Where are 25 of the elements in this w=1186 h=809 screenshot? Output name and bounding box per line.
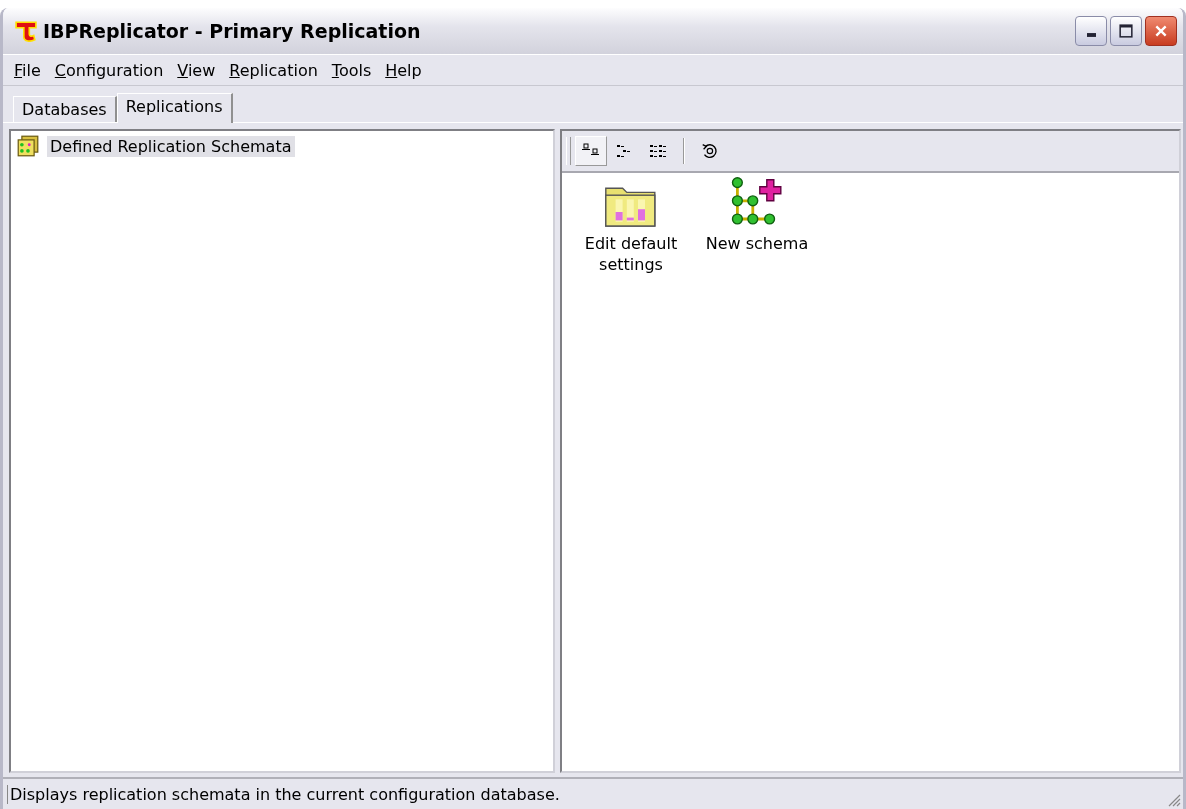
tab[interactable]: Replications [116,93,233,123]
menu-item[interactable]: View [172,58,221,82]
app-logo-icon [15,20,37,42]
item-label[interactable]: New schema [698,233,816,254]
menu-item[interactable]: Replication [224,58,323,82]
menu-item[interactable]: Help [380,58,427,82]
status-text: Displays replication schemata in the current configuration database. [7,784,560,804]
menu-item[interactable]: Configuration [49,58,169,82]
maximize-button[interactable] [1110,16,1142,46]
item-label[interactable]: Edit default settings [583,233,679,275]
menu-item[interactable]: File [9,58,46,82]
large-icons-view-button[interactable] [575,136,607,166]
minimize-button[interactable] [1075,16,1107,46]
window-title: IBPReplicator - Primary Replication [43,20,421,42]
menu-item[interactable]: Tools [326,58,377,82]
close-button[interactable] [1145,16,1177,46]
schema-folder-icon [17,135,39,157]
list-view-icon [649,143,669,159]
close-icon [1154,24,1168,38]
minimize-icon [1086,33,1096,37]
resize-grip-icon[interactable] [1167,793,1181,807]
tab[interactable]: Databases [13,96,117,122]
maximize-icon [1119,24,1133,38]
refresh-icon [700,142,718,160]
tree-item[interactable]: Defined Replication Schemata [47,135,295,157]
